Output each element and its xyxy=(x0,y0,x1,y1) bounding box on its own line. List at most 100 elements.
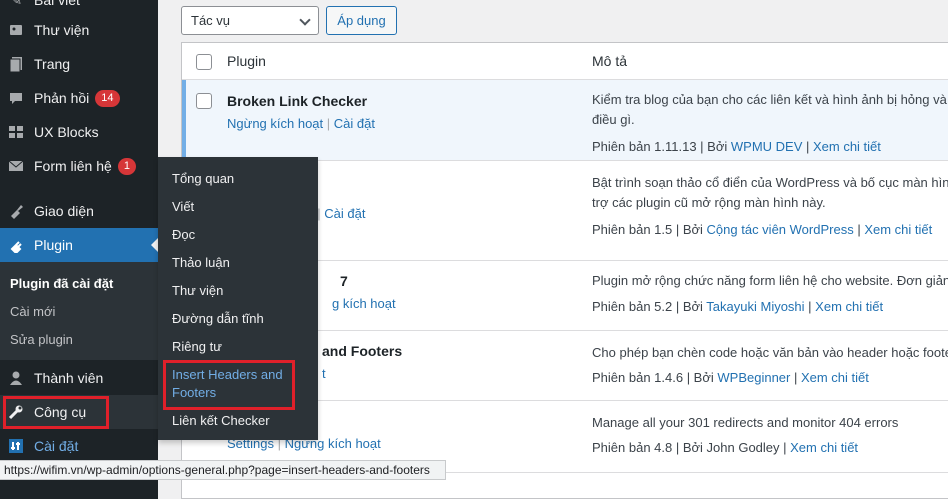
settings-icon xyxy=(7,437,25,455)
sidebar-item-plugins[interactable]: Plugin xyxy=(0,228,158,262)
separator: | xyxy=(853,222,865,237)
sidebar-item-label: Form liên hệ xyxy=(34,158,112,174)
sidebar-item-media[interactable]: Thư viện xyxy=(0,13,158,47)
plugin-icon xyxy=(7,236,25,254)
submenu-installed-plugins[interactable]: Plugin đã cài đặt xyxy=(10,276,113,291)
deactivate-link[interactable]: Ngừng kích hoạt xyxy=(227,116,323,131)
separator: | xyxy=(802,139,813,154)
bulk-action-value: Tác vụ xyxy=(191,13,231,28)
author-link[interactable]: WPBeginner xyxy=(717,370,790,385)
current-menu-arrow xyxy=(151,238,158,252)
column-header-plugin[interactable]: Plugin xyxy=(227,43,266,79)
pin-icon: ✎ xyxy=(9,0,23,9)
plugin-description: Manage all your 301 redirects and monito… xyxy=(592,415,899,430)
plugin-version: Phiên bản 5.2 | Bởi Takayuki Miyoshi | X… xyxy=(592,299,883,314)
settings-link[interactable]: t xyxy=(322,366,326,381)
plugin-version: Phiên bản 1.5 | Bởi Cộng tác viên WordPr… xyxy=(592,222,932,237)
flyout-item-general[interactable]: Tổng quan xyxy=(172,170,312,188)
submenu-plugin-editor[interactable]: Sửa plugin xyxy=(10,332,73,347)
author-link[interactable]: WPMU DEV xyxy=(731,139,803,154)
bulk-action-select[interactable]: Tác vụ xyxy=(181,6,319,35)
sidebar-item-users[interactable]: Thành viên xyxy=(0,361,158,395)
tools-highlight-box xyxy=(3,396,109,429)
details-link[interactable]: Xem chi tiết xyxy=(815,299,883,314)
sidebar-item-label: Giao diện xyxy=(34,203,94,219)
author-link[interactable]: Cộng tác viên WordPress xyxy=(707,222,854,237)
contact-count-badge: 1 xyxy=(117,157,136,175)
sidebar-item-label: Thành viên xyxy=(34,370,104,386)
sidebar-item-pages[interactable]: Trang xyxy=(0,47,158,81)
flyout-item-writing[interactable]: Viết xyxy=(172,198,312,216)
plugin-version: Phiên bản 1.11.13 | Bởi WPMU DEV | Xem c… xyxy=(592,139,881,154)
sidebar-item-settings[interactable]: Cài đặt xyxy=(0,429,158,463)
sidebar-item-label: Plugin xyxy=(34,237,73,253)
active-indicator xyxy=(182,80,186,160)
settings-link[interactable]: Cài đặt xyxy=(324,206,365,221)
plugin-description: Plugin mở rộng chức năng form liên hệ ch… xyxy=(592,273,948,288)
sidebar-item-comments[interactable]: Phản hồi 14 xyxy=(0,81,158,115)
flyout-item-permalinks[interactable]: Đường dẫn tĩnh xyxy=(172,310,312,328)
version-text: Phiên bản 4.8 | Bởi John Godley | xyxy=(592,440,791,455)
plugin-name: and Footers xyxy=(322,343,403,359)
plugin-name: Broken Link Checker xyxy=(227,93,368,109)
settings-link[interactable]: Cài đặt xyxy=(334,116,375,131)
blocks-icon xyxy=(7,123,25,141)
browser-status-bar: https://wifim.vn/wp-admin/options-genera… xyxy=(0,460,446,480)
page-icon xyxy=(7,55,25,73)
version-text: Phiên bản 1.11.13 | Bởi xyxy=(592,139,731,154)
plugin-version: Phiên bản 1.4.6 | Bởi WPBeginner | Xem c… xyxy=(592,370,869,385)
appearance-icon xyxy=(7,202,25,220)
separator: | xyxy=(790,370,801,385)
comments-count-badge: 14 xyxy=(95,89,120,107)
plugin-name: 7 xyxy=(340,273,348,289)
version-text: Phiên bản 1.5 | Bởi xyxy=(592,222,707,237)
details-link[interactable]: Xem chi tiết xyxy=(864,222,932,237)
admin-sidebar: ✎ Bài viết Thư viện Trang Phản hồi 14 UX… xyxy=(0,0,158,499)
insert-headers-highlight-box xyxy=(163,360,295,410)
plugin-description: Cho phép bạn chèn code hoặc văn bản vào … xyxy=(592,345,948,360)
chevron-down-icon xyxy=(299,14,311,26)
plugin-description: Kiểm tra blog của bạn cho các liên kết v… xyxy=(592,90,948,130)
column-header-description: Mô tả xyxy=(592,53,628,69)
row-actions: Ngừng kích hoạt | Cài đặt xyxy=(227,116,375,131)
comments-icon xyxy=(7,89,25,107)
plugins-submenu: Plugin đã cài đặt Cài mới Sửa plugin xyxy=(0,262,158,360)
sidebar-item-label: Trang xyxy=(34,56,71,72)
sidebar-item-label: Bài viết xyxy=(34,0,80,8)
table-row: Broken Link Checker Ngừng kích hoạt | Cà… xyxy=(182,79,948,160)
select-all-checkbox[interactable] xyxy=(196,54,212,70)
description-line: trợ các plugin cũ mở rộng màn hình này. xyxy=(592,195,826,210)
submenu-add-new[interactable]: Cài mới xyxy=(10,304,55,319)
media-icon xyxy=(7,21,25,39)
plugin-version: Phiên bản 4.8 | Bởi John Godley | Xem ch… xyxy=(592,440,858,455)
description-line: điều gì. xyxy=(592,112,635,127)
details-link[interactable]: Xem chi tiết xyxy=(813,139,881,154)
flyout-item-privacy[interactable]: Riêng tư xyxy=(172,338,312,356)
details-link[interactable]: Xem chi tiết xyxy=(790,440,858,455)
description-line: Bật trình soạn thảo cổ điển của WordPres… xyxy=(592,175,948,190)
flyout-item-discussion[interactable]: Thảo luận xyxy=(172,254,312,272)
sidebar-item-contact-form[interactable]: Form liên hệ 1 xyxy=(0,149,158,183)
sidebar-item-label: Thư viện xyxy=(34,22,90,38)
sidebar-item-label: Phản hồi xyxy=(34,90,90,106)
flyout-item-media[interactable]: Thư viện xyxy=(172,282,312,300)
apply-button[interactable]: Áp dụng xyxy=(326,6,397,35)
plugin-description: Bật trình soạn thảo cổ điển của WordPres… xyxy=(592,173,948,213)
sidebar-item-ux-blocks[interactable]: UX Blocks xyxy=(0,115,158,149)
sidebar-item-label: Cài đặt xyxy=(34,438,79,454)
mail-icon xyxy=(7,157,25,175)
row-checkbox[interactable] xyxy=(196,93,212,109)
description-line: Kiểm tra blog của bạn cho các liên kết v… xyxy=(592,92,948,107)
version-text: Phiên bản 5.2 | Bởi xyxy=(592,299,707,314)
settings-flyout-menu: Tổng quan Viết Đọc Thảo luận Thư viện Đư… xyxy=(158,157,318,440)
sidebar-item-appearance[interactable]: Giao diện xyxy=(0,194,158,228)
deactivate-link[interactable]: g kích hoạt xyxy=(332,296,396,311)
flyout-item-link-checker[interactable]: Liên kết Checker xyxy=(172,412,312,430)
details-link[interactable]: Xem chi tiết xyxy=(801,370,869,385)
author-link[interactable]: Takayuki Miyoshi xyxy=(706,299,804,314)
flyout-item-reading[interactable]: Đọc xyxy=(172,226,312,244)
version-text: Phiên bản 1.4.6 | Bởi xyxy=(592,370,718,385)
users-icon xyxy=(7,369,25,387)
sidebar-item-label: UX Blocks xyxy=(34,124,99,140)
row-actions: t | Cài đặt xyxy=(310,206,365,221)
